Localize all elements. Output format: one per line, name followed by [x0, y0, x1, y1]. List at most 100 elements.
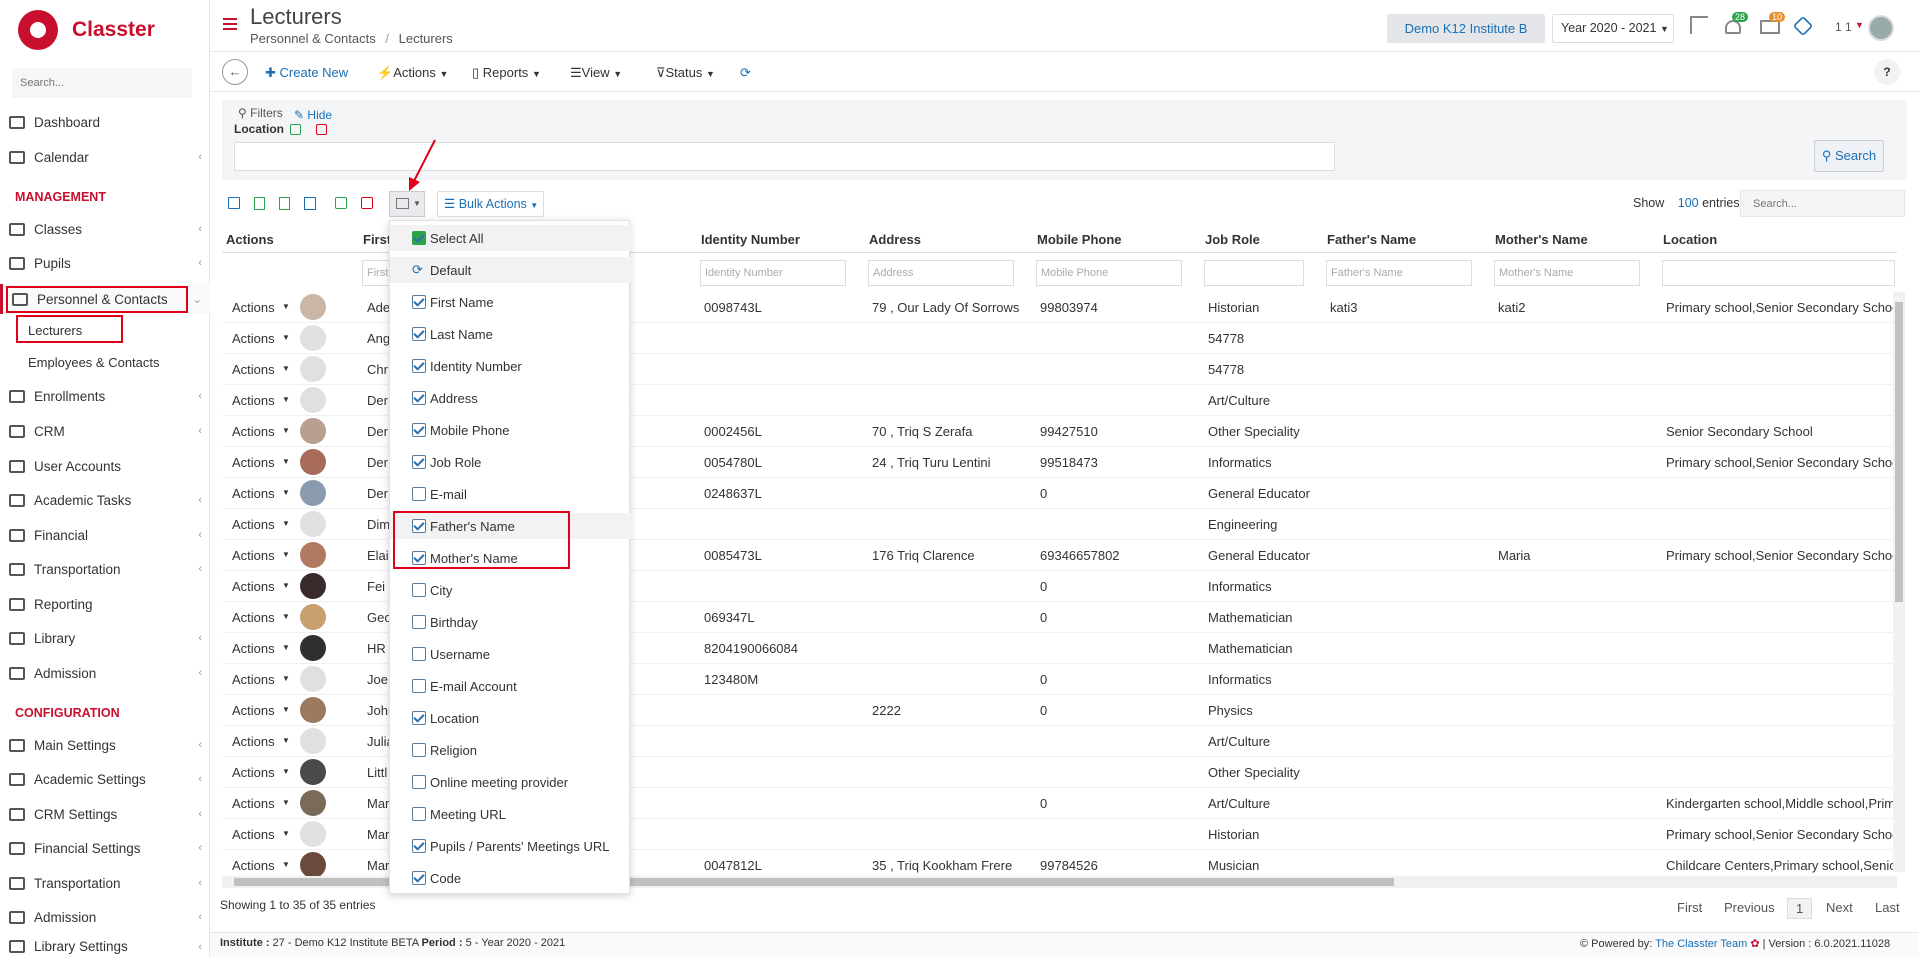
row-actions-button[interactable]: Actions	[232, 486, 275, 501]
column-option[interactable]: Meeting URL	[390, 801, 631, 827]
entries-count-select[interactable]: 100	[1678, 196, 1699, 210]
sidebar-item-financial[interactable]: Financial ‹	[0, 520, 210, 550]
checkbox-unchecked[interactable]	[412, 679, 426, 693]
checkbox-checked[interactable]	[412, 871, 426, 885]
filter-father[interactable]: Father's Name	[1326, 260, 1472, 286]
scrollbar-thumb[interactable]	[1895, 302, 1903, 602]
row-actions-button[interactable]: Actions	[232, 300, 275, 315]
col-header-father[interactable]: Father's Name	[1327, 232, 1416, 247]
row-actions-button[interactable]: Actions	[232, 703, 275, 718]
sidebar-item-enrollments[interactable]: Enrollments ‹	[0, 381, 210, 411]
view-menu-button[interactable]: ☰View ▼	[570, 65, 622, 81]
column-option[interactable]: Location	[390, 705, 631, 731]
filter-address[interactable]: Address	[868, 260, 1014, 286]
row-actions-button[interactable]: Actions	[232, 858, 275, 873]
checkbox-checked[interactable]	[412, 327, 426, 341]
layers-icon[interactable]	[1792, 15, 1814, 37]
sidebar-search-input[interactable]	[12, 68, 192, 98]
uncheck-all-icon[interactable]	[316, 124, 327, 135]
excel-icon[interactable]	[254, 197, 265, 210]
filter-job[interactable]	[1204, 260, 1304, 286]
copy-icon[interactable]	[304, 197, 316, 210]
year-selector[interactable]: Year 2020 - 2021 ▼	[1552, 14, 1674, 43]
select-all-rows-icon[interactable]	[335, 197, 347, 209]
menu-default[interactable]: ⟳ Default	[390, 257, 631, 283]
row-actions-button[interactable]: Actions	[232, 672, 275, 687]
breadcrumb-parent[interactable]: Personnel & Contacts	[250, 31, 376, 46]
col-header-mother[interactable]: Mother's Name	[1495, 232, 1588, 247]
col-header-identity[interactable]: Identity Number	[701, 232, 800, 247]
app-logo[interactable]: Classter	[18, 10, 155, 50]
sidebar-item-transportation-settings[interactable]: Transportation ‹	[0, 868, 210, 898]
column-option[interactable]: Mobile Phone	[390, 417, 631, 443]
pager-first[interactable]: First	[1677, 900, 1702, 915]
sidebar-item-crm[interactable]: CRM ‹	[0, 416, 210, 446]
checkbox-unchecked[interactable]	[412, 583, 426, 597]
sidebar-item-academic-tasks[interactable]: Academic Tasks ‹	[0, 485, 210, 515]
col-header-job[interactable]: Job Role	[1205, 232, 1260, 247]
csv-icon[interactable]	[279, 197, 290, 210]
sidebar-item-pupils[interactable]: Pupils ‹	[0, 248, 210, 278]
row-actions-button[interactable]: Actions	[232, 765, 275, 780]
classter-team-link[interactable]: The Classter Team	[1655, 938, 1747, 950]
filter-mobile[interactable]: Mobile Phone	[1036, 260, 1182, 286]
row-actions-button[interactable]: Actions	[232, 393, 275, 408]
checkbox-checked[interactable]	[412, 839, 426, 853]
pager-current-page[interactable]: 1	[1787, 898, 1813, 919]
sidebar-item-transportation[interactable]: Transportation ‹	[0, 554, 210, 584]
sidebar-item-library[interactable]: Library ‹	[0, 623, 210, 653]
column-option[interactable]: First Name	[390, 289, 631, 315]
row-actions-button[interactable]: Actions	[232, 362, 275, 377]
filter-identity[interactable]: Identity Number	[700, 260, 846, 286]
row-actions-button[interactable]: Actions	[232, 455, 275, 470]
column-option[interactable]: Code	[390, 865, 631, 891]
institute-selector[interactable]: Demo K12 Institute B	[1387, 14, 1545, 43]
sidebar-item-main-settings[interactable]: Main Settings ‹	[0, 730, 210, 760]
sidebar-item-crm-settings[interactable]: CRM Settings ‹	[0, 799, 210, 829]
sidebar-item-user-accounts[interactable]: User Accounts	[0, 451, 210, 481]
col-header-address[interactable]: Address	[869, 232, 921, 247]
flag-icon[interactable]	[1690, 16, 1708, 34]
checkbox-checked[interactable]	[412, 359, 426, 373]
checkbox-unchecked[interactable]	[412, 807, 426, 821]
status-menu-button[interactable]: ⊽Status ▼	[656, 65, 715, 81]
row-actions-button[interactable]: Actions	[232, 548, 275, 563]
column-option[interactable]: Pupils / Parents' Meetings URL	[390, 833, 631, 859]
pager-next[interactable]: Next	[1826, 900, 1853, 915]
checkbox-unchecked[interactable]	[412, 647, 426, 661]
checkbox-checked[interactable]	[412, 711, 426, 725]
sidebar-item-financial-settings[interactable]: Financial Settings ‹	[0, 833, 210, 863]
sidebar-item-academic-settings[interactable]: Academic Settings ‹	[0, 764, 210, 794]
bell-icon[interactable]	[1725, 20, 1741, 34]
row-actions-button[interactable]: Actions	[232, 517, 275, 532]
column-option[interactable]: Identity Number	[390, 353, 631, 379]
user-avatar[interactable]	[1868, 15, 1894, 41]
vertical-scrollbar[interactable]	[1893, 292, 1905, 872]
checkbox-checked[interactable]	[412, 423, 426, 437]
row-actions-button[interactable]: Actions	[232, 734, 275, 749]
column-option[interactable]: Birthday	[390, 609, 631, 635]
sidebar-item-admission[interactable]: Admission ‹	[0, 658, 210, 688]
row-actions-button[interactable]: Actions	[232, 331, 275, 346]
col-header-first[interactable]: First	[363, 232, 391, 247]
sidebar-item-dashboard[interactable]: Dashboard	[0, 107, 210, 137]
pager-previous[interactable]: Previous	[1724, 900, 1775, 915]
column-option[interactable]: Religion	[390, 737, 631, 763]
sidebar-item-classes[interactable]: Classes ‹	[0, 214, 210, 244]
checkbox-unchecked[interactable]	[412, 615, 426, 629]
print-icon[interactable]	[228, 197, 240, 209]
col-header-actions[interactable]: Actions	[226, 232, 274, 247]
sidebar-item-calendar[interactable]: Calendar ‹	[0, 142, 210, 172]
actions-menu-button[interactable]: ⚡Actions ▼	[377, 65, 448, 81]
check-all-icon[interactable]	[290, 124, 301, 135]
help-button[interactable]: ?	[1874, 59, 1900, 85]
caret-down-icon[interactable]: ▼	[1855, 20, 1864, 30]
row-actions-button[interactable]: Actions	[232, 424, 275, 439]
sidebar-sub-employees[interactable]: Employees & Contacts	[28, 355, 160, 370]
grid-search-input[interactable]	[1740, 190, 1905, 217]
sidebar-item-library-settings[interactable]: Library Settings ‹	[0, 936, 210, 957]
refresh-icon[interactable]: ⟳	[740, 65, 751, 81]
sidebar-item-admission-settings[interactable]: Admission ‹	[0, 902, 210, 932]
deselect-rows-icon[interactable]	[361, 197, 373, 209]
column-option[interactable]: E-mail	[390, 481, 631, 507]
